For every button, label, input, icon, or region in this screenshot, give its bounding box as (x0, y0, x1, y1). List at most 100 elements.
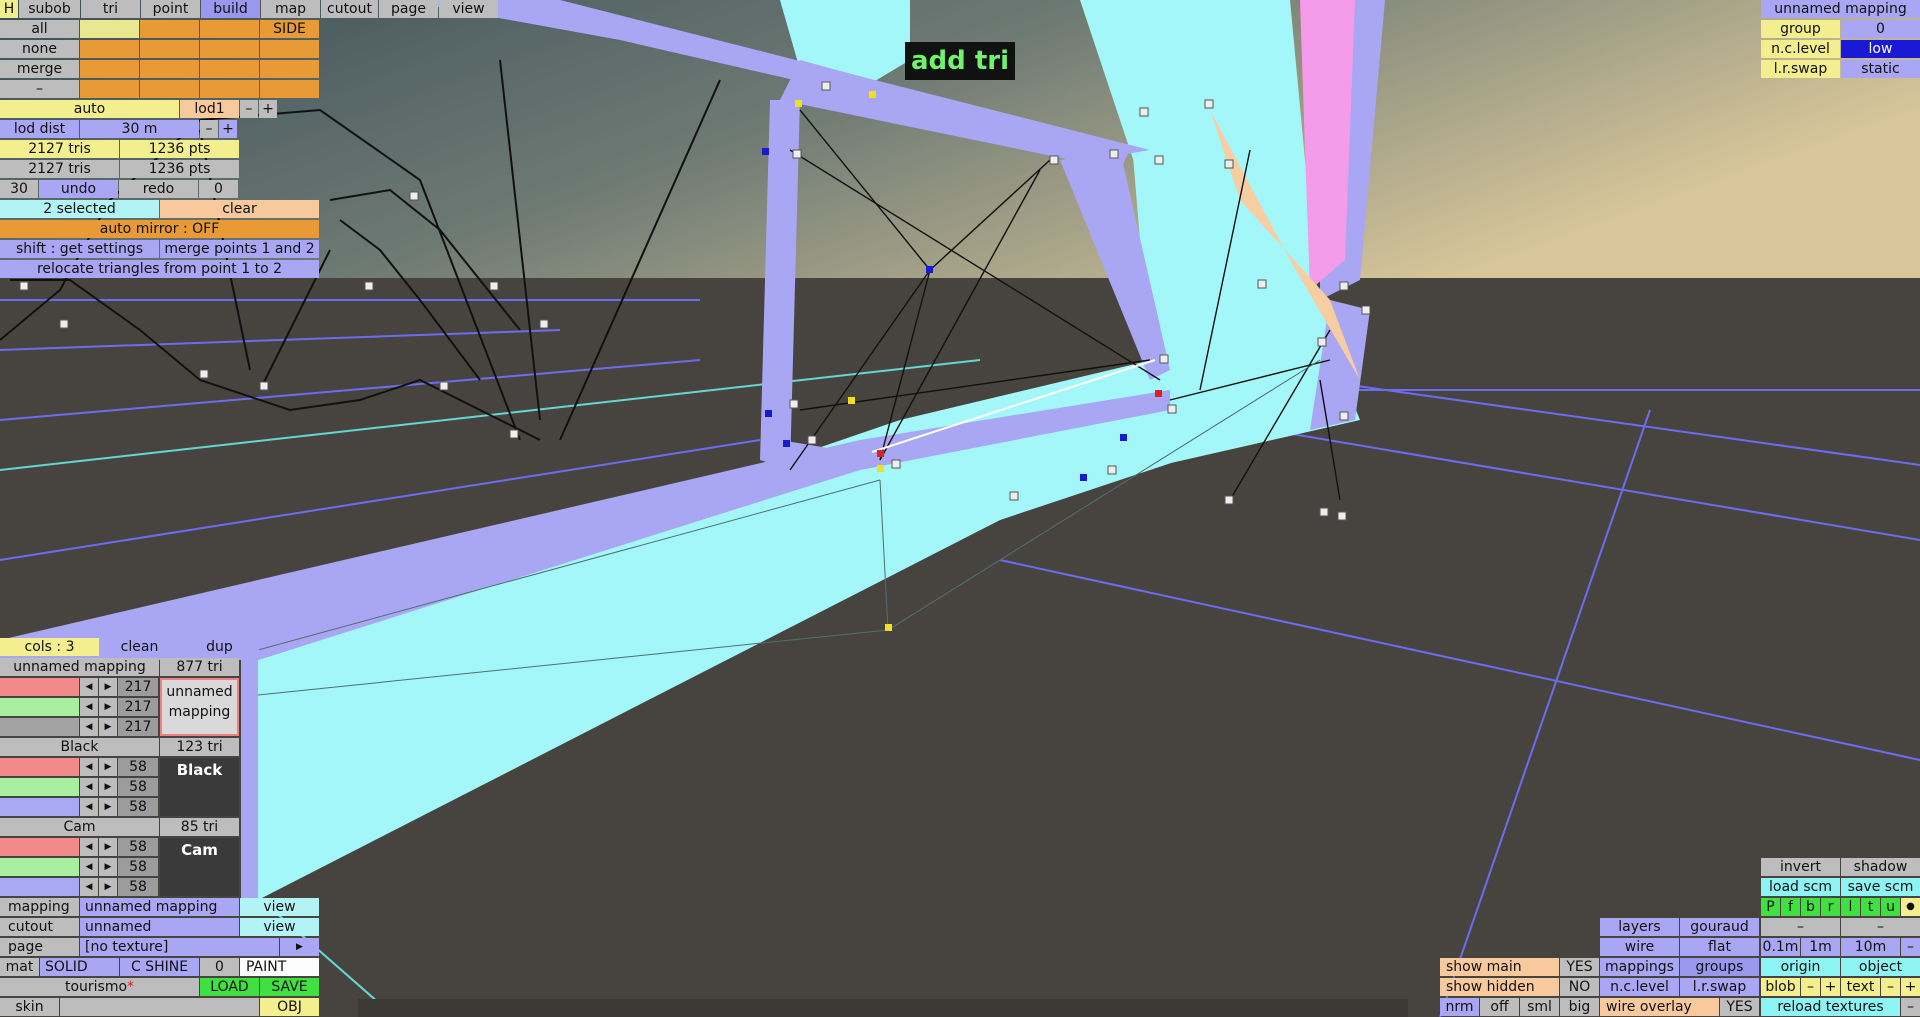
lr-swap-value[interactable]: static (1841, 60, 1920, 78)
solid-button[interactable]: SOLID (40, 958, 119, 976)
right-arrow-icon[interactable]: ▶ (99, 758, 117, 776)
nc-level-button[interactable]: n.c.level (1600, 978, 1679, 996)
color-preview[interactable]: Cam (160, 838, 239, 896)
right-arrow-icon[interactable]: ▶ (99, 778, 117, 796)
grid-01m-button[interactable]: 0.1m (1761, 938, 1800, 956)
mapping-value[interactable]: unnamed mapping (80, 898, 239, 916)
cutout-view-button[interactable]: view (240, 918, 319, 936)
green-slider[interactable] (0, 698, 79, 716)
green-value[interactable]: 217 (118, 698, 158, 716)
page-next-icon[interactable]: ▶ (280, 938, 319, 956)
blue-slider[interactable] (0, 798, 79, 816)
left-arrow-icon[interactable]: ◀ (80, 878, 98, 896)
lod-minus-button[interactable]: – (240, 100, 258, 118)
view-left-button[interactable]: l (1841, 898, 1860, 916)
left-arrow-icon[interactable]: ◀ (80, 698, 98, 716)
shine-value[interactable]: 0 (200, 958, 239, 976)
normals-big-button[interactable]: big (1560, 998, 1599, 1016)
right-arrow-icon[interactable]: ▶ (99, 878, 117, 896)
left-arrow-icon[interactable]: ◀ (80, 838, 98, 856)
view-back-button[interactable]: b (1801, 898, 1820, 916)
page-value[interactable]: [no texture] (80, 938, 279, 956)
filter-cell[interactable] (80, 20, 139, 38)
obj-button[interactable]: OBJ (260, 998, 319, 1016)
blue-slider[interactable] (0, 878, 79, 896)
tab-page[interactable]: page (379, 0, 438, 18)
help-button[interactable]: H (0, 0, 18, 18)
undo-button[interactable]: undo (39, 180, 118, 198)
filter-cell[interactable] (200, 60, 259, 78)
tab-point[interactable]: point (141, 0, 200, 18)
normals-small-button[interactable]: sml (1520, 998, 1559, 1016)
right-arrow-icon[interactable]: ▶ (99, 858, 117, 876)
cols-button[interactable]: cols : 3 (0, 638, 99, 656)
left-arrow-icon[interactable]: ◀ (80, 718, 98, 736)
color-preview[interactable]: Black (160, 758, 239, 816)
green-slider[interactable] (0, 858, 79, 876)
left-arrow-icon[interactable]: ◀ (80, 758, 98, 776)
groups-scrollbar[interactable] (241, 658, 258, 898)
show-main-value[interactable]: YES (1560, 958, 1599, 976)
wire-button[interactable]: wire (1600, 938, 1679, 956)
flat-button[interactable]: flat (1680, 938, 1759, 956)
3d-viewport[interactable] (0, 0, 1920, 1017)
select-all-button[interactable]: all (0, 20, 79, 38)
groups-button[interactable]: groups (1680, 958, 1759, 976)
right-arrow-icon[interactable]: ▶ (99, 718, 117, 736)
group-name[interactable]: Black (0, 738, 159, 756)
view-under-button[interactable]: u (1881, 898, 1900, 916)
grid-10m-button[interactable]: 10m (1841, 938, 1900, 956)
view-top-button[interactable]: t (1861, 898, 1880, 916)
paint-button[interactable]: PAINT (240, 958, 319, 976)
side-toggle[interactable]: SIDE (260, 20, 319, 38)
show-hidden-value[interactable]: NO (1560, 978, 1599, 996)
filter-cell[interactable] (80, 40, 139, 58)
redo-button[interactable]: redo (119, 180, 198, 198)
merge-button[interactable]: merge (0, 60, 79, 78)
invert-button[interactable]: invert (1761, 858, 1840, 876)
load-scm-button[interactable]: load scm (1761, 878, 1840, 896)
clean-button[interactable]: clean (100, 638, 179, 656)
lod-dist-plus-button[interactable]: + (219, 120, 237, 138)
lod-auto-button[interactable]: auto (0, 100, 179, 118)
cutout-value[interactable]: unnamed (80, 918, 239, 936)
lr-swap-button[interactable]: l.r.swap (1680, 978, 1759, 996)
filter-cell[interactable] (260, 60, 319, 78)
text-minus-button[interactable]: – (1881, 978, 1900, 996)
tab-view[interactable]: view (439, 0, 498, 18)
filter-cell[interactable] (200, 20, 259, 38)
right-arrow-icon[interactable]: ▶ (99, 698, 117, 716)
tab-subob[interactable]: subob (19, 0, 80, 18)
left-arrow-icon[interactable]: ◀ (80, 798, 98, 816)
filter-cell[interactable] (200, 40, 259, 58)
mappings-button[interactable]: mappings (1600, 958, 1679, 976)
red-slider[interactable] (0, 678, 79, 696)
red-slider[interactable] (0, 758, 79, 776)
filter-cell[interactable] (140, 20, 199, 38)
lod-level[interactable]: lod1 (180, 100, 239, 118)
group-value[interactable]: 0 (1841, 20, 1920, 38)
filter-cell[interactable] (260, 40, 319, 58)
filter-cell[interactable] (140, 40, 199, 58)
tab-tri[interactable]: tri (81, 0, 140, 18)
tab-cutout[interactable]: cutout (321, 0, 378, 18)
clear-button[interactable]: clear (160, 200, 319, 218)
right-arrow-icon[interactable]: ▶ (99, 798, 117, 816)
layers-button[interactable]: layers (1600, 918, 1679, 936)
text-button[interactable]: text (1841, 978, 1880, 996)
select-none-button[interactable]: none (0, 40, 79, 58)
red-slider[interactable] (0, 838, 79, 856)
filter-cell[interactable] (260, 80, 319, 98)
view-front-button[interactable]: f (1781, 898, 1800, 916)
lod-dist-minus-button[interactable]: – (200, 120, 218, 138)
lod-plus-button[interactable]: + (259, 100, 277, 118)
mapping-view-button[interactable]: view (240, 898, 319, 916)
blob-button[interactable]: blob (1761, 978, 1800, 996)
blob-minus-button[interactable]: – (1801, 978, 1820, 996)
save-scm-button[interactable]: save scm (1841, 878, 1920, 896)
merge-points-button[interactable]: merge points 1 and 2 (160, 240, 319, 258)
text-plus-button[interactable]: + (1901, 978, 1920, 996)
dash-button[interactable]: – (0, 80, 79, 98)
reload-minus-button[interactable]: – (1901, 998, 1920, 1016)
filter-cell[interactable] (80, 60, 139, 78)
